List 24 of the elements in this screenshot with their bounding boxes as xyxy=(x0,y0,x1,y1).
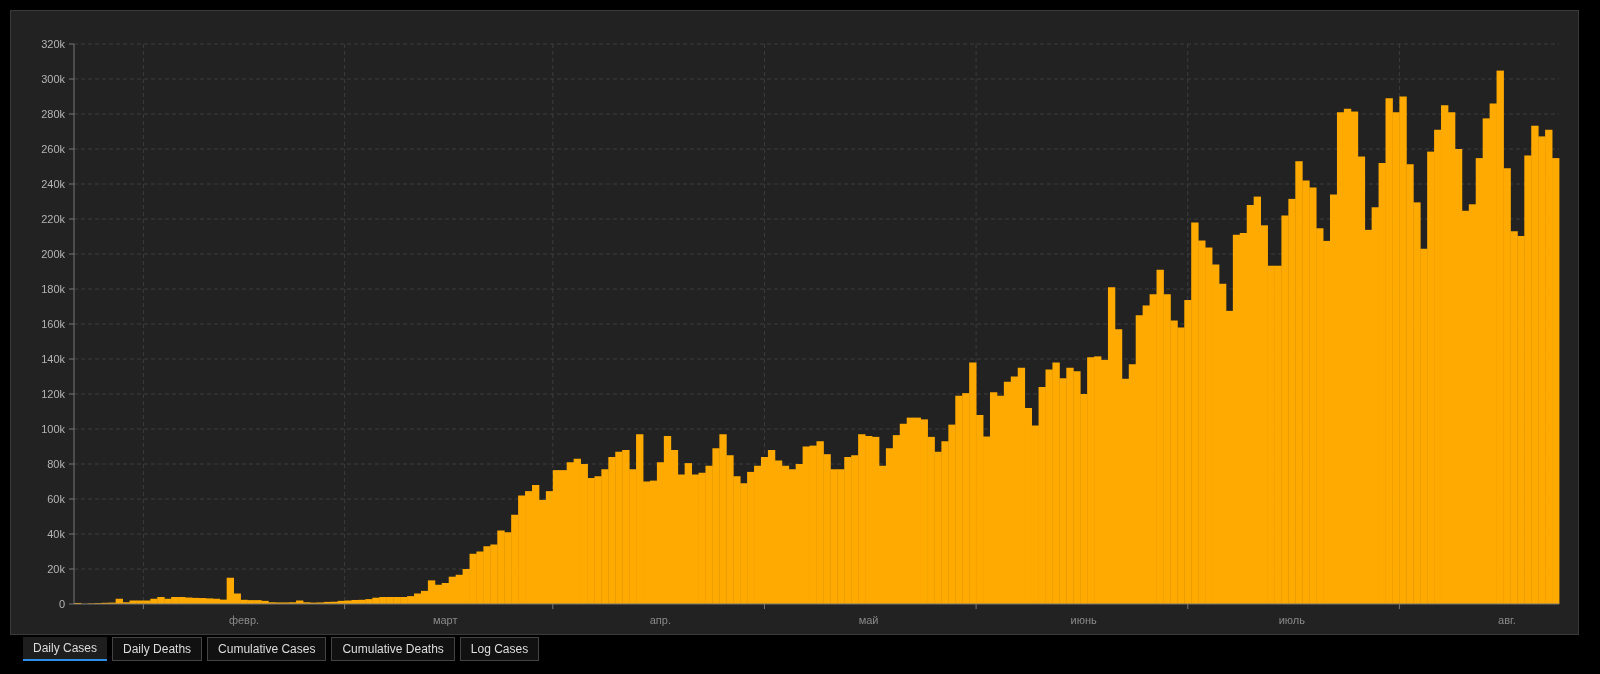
x-tick-label: февр. xyxy=(228,614,260,626)
x-tick-label: март xyxy=(432,614,458,626)
y-tick-label: 240k xyxy=(41,178,65,190)
x-tick-label: авг. xyxy=(1498,614,1516,626)
x-tick-label: июль xyxy=(1278,614,1305,626)
y-tick-label: 140k xyxy=(41,353,65,365)
x-tick-label: апр. xyxy=(649,614,671,626)
y-tick-label: 0 xyxy=(58,598,65,610)
y-tick-label: 180k xyxy=(41,283,65,295)
y-tick-label: 100k xyxy=(41,423,65,435)
y-tick-label: 60k xyxy=(47,493,65,505)
x-tick-label: май xyxy=(858,614,879,626)
y-tick-label: 320k xyxy=(41,38,65,50)
x-tick-label: июнь xyxy=(1070,614,1097,626)
y-tick-label: 20k xyxy=(47,563,65,575)
y-tick-label: 80k xyxy=(47,458,65,470)
y-tick-label: 220k xyxy=(41,213,65,225)
y-tick-label: 280k xyxy=(41,108,65,120)
y-tick-label: 160k xyxy=(41,318,65,330)
y-tick-label: 120k xyxy=(41,388,65,400)
y-tick-label: 260k xyxy=(41,143,65,155)
y-tick-label: 40k xyxy=(47,528,65,540)
y-tick-label: 300k xyxy=(41,73,65,85)
y-tick-label: 200k xyxy=(41,248,65,260)
